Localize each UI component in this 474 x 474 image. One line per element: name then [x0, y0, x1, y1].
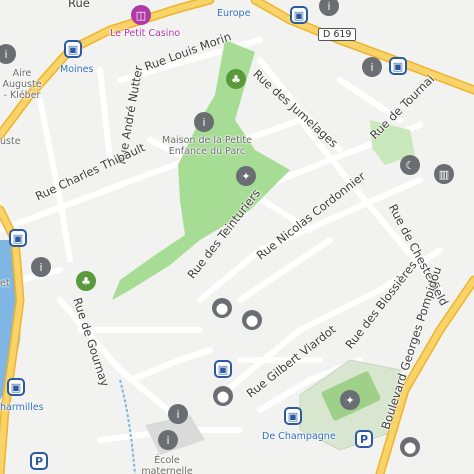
info-icon-maison[interactable]: i	[194, 112, 214, 132]
bus-stop-icon-europe[interactable]: ▣	[290, 6, 308, 24]
bus-stop-icon-viardot[interactable]: ▣	[214, 360, 232, 378]
tree-icon[interactable]: ♣	[226, 69, 246, 89]
parking-icon-west[interactable]: P	[30, 452, 48, 470]
poi-label-uste: uste	[0, 136, 21, 147]
poi-label-maison-petite-enfance[interactable]: Maison de la Petite Enfance du Parc	[162, 135, 252, 157]
stop-label-de-champagne[interactable]: De Champagne	[262, 431, 336, 442]
mosque-icon[interactable]: ☾	[400, 155, 420, 175]
info-icon-jumelages[interactable]: i	[362, 57, 382, 77]
poi-label-et: et	[0, 278, 10, 289]
street-label-rue-top: Rue	[68, 0, 90, 10]
bus-stop-icon-moines[interactable]: ▣	[64, 40, 82, 58]
poi-label-le-petit-casino[interactable]: Le Petit Casino	[110, 28, 180, 39]
place-pin-icon-2[interactable]: ⬤	[242, 310, 262, 330]
museum-icon[interactable]: ▥	[434, 164, 454, 184]
basket-icon[interactable]: ◫	[131, 5, 151, 25]
tennis-icon[interactable]: ✦	[236, 166, 256, 186]
bus-stop-icon-charmilles[interactable]: ▣	[7, 378, 25, 396]
place-pin-icon-3[interactable]: ⬤	[213, 386, 233, 406]
place-pin-icon[interactable]: ⬤	[212, 298, 232, 318]
info-icon-ecole[interactable]: i	[168, 404, 188, 424]
stop-label-moines[interactable]: Moines	[60, 64, 93, 75]
tree-icon-gournay[interactable]: ♣	[76, 271, 96, 291]
route-shield-d619: D 619	[318, 28, 357, 41]
poi-label-ecole-maternelle[interactable]: École maternelle Blossières	[132, 455, 202, 474]
parking-icon[interactable]: P	[355, 430, 373, 448]
info-icon-et[interactable]: i	[31, 257, 51, 277]
info-icon-ecole-2[interactable]: i	[158, 430, 178, 450]
bus-stop-icon-champagne[interactable]: ▣	[284, 407, 302, 425]
poi-label-aire-auguste[interactable]: Aire Auguste - Kléber	[0, 68, 44, 101]
map-canvas[interactable]: D 619 Rue Rue Louis Morin Rue André Nutt…	[0, 0, 474, 474]
bus-stop-icon-jumelages[interactable]: ▣	[389, 57, 407, 75]
stop-label-europe[interactable]: Europe	[217, 8, 250, 19]
tennis-icon-stadium[interactable]: ✦	[340, 390, 360, 410]
place-pin-icon-4[interactable]: ⬤	[400, 437, 420, 457]
bus-stop-icon-west[interactable]: ▣	[9, 229, 27, 247]
stop-label-charmilles[interactable]: harmilles	[0, 402, 44, 413]
